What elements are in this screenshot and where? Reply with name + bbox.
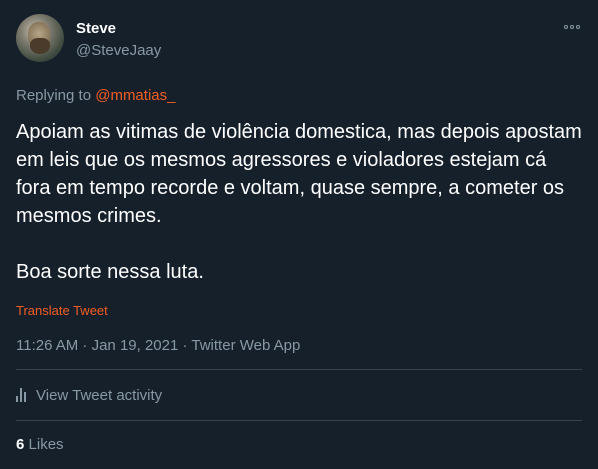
likes-count-link[interactable]: 6 Likes: [16, 436, 64, 453]
tweet-text: Apoiam as vitimas de violência domestica…: [16, 121, 582, 283]
likes-number: 6: [16, 436, 25, 453]
view-activity-button[interactable]: View Tweet activity: [16, 385, 162, 405]
avatar-beard: [30, 38, 50, 54]
view-activity-label: View Tweet activity: [36, 386, 163, 404]
tweet-header: Steve @SteveJaay: [16, 14, 582, 66]
bar-chart-icon: [16, 388, 26, 402]
reply-mention-link[interactable]: @mmatias_: [95, 87, 175, 104]
more-options-icon[interactable]: [562, 22, 582, 32]
replying-to: Replying to @mmatias_: [16, 87, 175, 104]
more-dot: [564, 25, 568, 29]
tweet-detail: Steve @SteveJaay Replying to @mmatias_ A…: [0, 0, 598, 469]
translate-tweet-link[interactable]: Translate Tweet: [16, 303, 108, 318]
avatar[interactable]: [16, 14, 64, 62]
user-name[interactable]: Steve: [76, 20, 116, 37]
divider: [16, 369, 582, 370]
divider: [16, 420, 582, 421]
user-handle[interactable]: @SteveJaay: [76, 42, 161, 59]
likes-label: Likes: [28, 436, 64, 453]
replying-prefix: Replying to: [16, 87, 96, 104]
tweet-timestamp[interactable]: 11:26 AM · Jan 19, 2021 · Twitter Web Ap…: [16, 337, 300, 354]
more-dot: [570, 25, 574, 29]
more-dot: [576, 25, 580, 29]
